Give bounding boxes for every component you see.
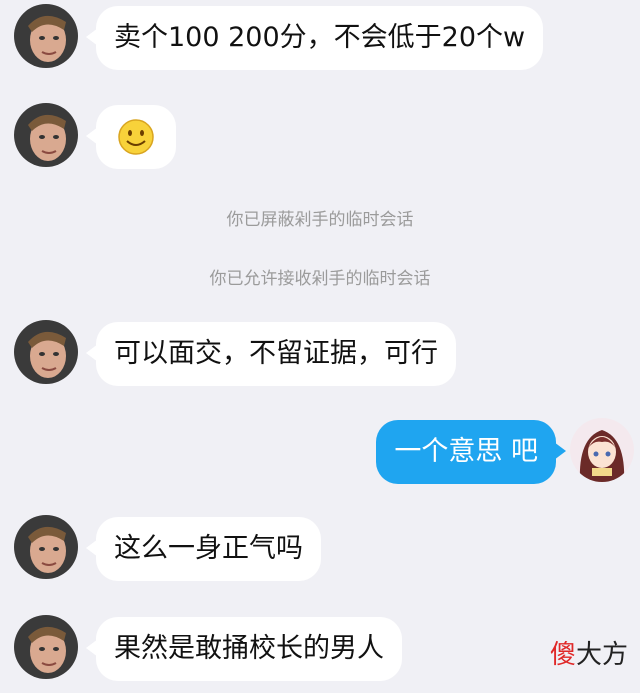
message-text: 卖个100 200分，不会低于20个w xyxy=(114,22,526,53)
message-bubble[interactable]: 一个意思 吧 xyxy=(376,420,566,484)
contact-avatar[interactable] xyxy=(14,615,78,679)
watermark-red: 傻 xyxy=(549,640,576,670)
system-notice: 你已允许接收剁手的临时会话 xyxy=(209,269,431,289)
smiley-icon xyxy=(118,119,154,155)
system-notice: 你已屏蔽剁手的临时会话 xyxy=(226,210,414,230)
message-bubble[interactable]: 果然是敢捅校长的男人 xyxy=(86,617,402,681)
message-bubble[interactable]: 这么一身正气吗 xyxy=(86,517,321,581)
message-text: 一个意思 吧 xyxy=(394,436,538,467)
message-bubble[interactable]: 可以面交，不留证据，可行 xyxy=(86,322,456,386)
watermark: 傻大方 xyxy=(550,634,628,671)
contact-avatar[interactable] xyxy=(14,320,78,384)
message-bubble[interactable] xyxy=(86,105,176,169)
message-text: 可以面交，不留证据，可行 xyxy=(114,338,438,369)
message-text: 果然是敢捅校长的男人 xyxy=(114,633,384,664)
contact-avatar[interactable] xyxy=(14,103,78,167)
contact-avatar[interactable] xyxy=(14,4,78,68)
contact-avatar[interactable] xyxy=(14,515,78,579)
message-bubble[interactable]: 卖个100 200分，不会低于20个w xyxy=(85,6,544,70)
message-text: 这么一身正气吗 xyxy=(114,533,303,564)
watermark-rest: 大方 xyxy=(575,640,628,670)
user-avatar[interactable] xyxy=(570,418,634,482)
